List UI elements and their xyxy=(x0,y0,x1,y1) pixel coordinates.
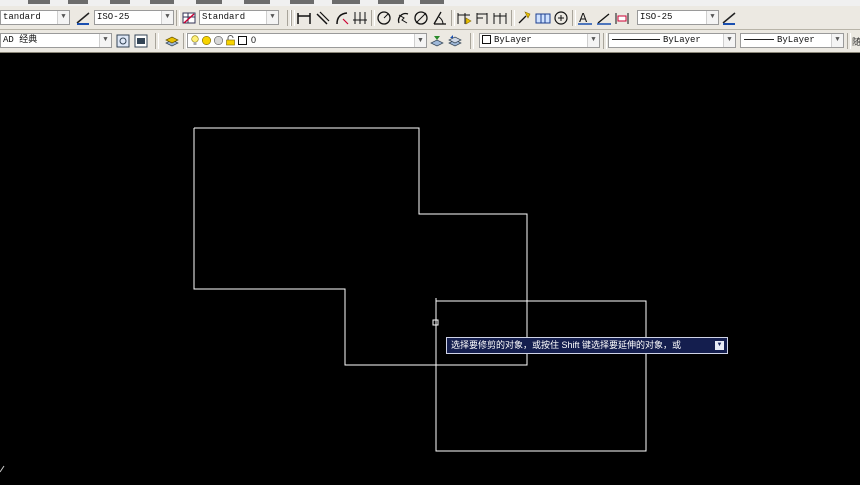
arc-dim-icon[interactable] xyxy=(334,10,350,26)
tooltip-prompt: 选择要修剪的对象，或按住 Shift 键选择要延伸的对象，或 xyxy=(451,340,682,350)
chevron-down-icon[interactable]: ▼ xyxy=(99,34,111,47)
layer-combo[interactable]: 0 ▼ xyxy=(187,33,427,48)
dim-style-icon[interactable] xyxy=(75,10,91,26)
tolerance-icon[interactable] xyxy=(535,10,551,26)
separator xyxy=(371,10,375,26)
plot-style-label: 随 xyxy=(852,37,860,47)
color-combo[interactable]: ByLayer ▼ xyxy=(479,33,600,48)
dim-style-combo-2[interactable]: ISO-25 ▼ xyxy=(637,10,719,25)
separator xyxy=(847,33,851,49)
separator xyxy=(603,33,607,49)
chevron-down-icon[interactable]: ▼ xyxy=(266,11,278,24)
separator xyxy=(176,10,180,26)
lineweight-preview xyxy=(744,39,774,41)
chevron-down-icon[interactable]: ▼ xyxy=(723,34,735,47)
dim-text-edit-icon[interactable] xyxy=(596,10,612,26)
ucs-x-axis xyxy=(0,465,5,473)
dim-style-value: ISO-25 xyxy=(97,12,130,22)
continue-icon[interactable] xyxy=(492,10,508,26)
center-mark-icon[interactable] xyxy=(553,10,569,26)
drawing-geometry xyxy=(0,127,647,473)
quick-dim-icon[interactable] xyxy=(456,10,472,26)
make-current-icon[interactable] xyxy=(429,33,445,49)
color-value: ByLayer xyxy=(494,35,532,45)
color-swatch xyxy=(482,35,491,45)
workspace-combo[interactable]: AD 经典 ▼ xyxy=(0,33,112,48)
lineweight-combo[interactable]: ByLayer ▼ xyxy=(740,33,844,48)
table-style-combo[interactable]: Standard ▼ xyxy=(199,10,279,25)
linetype-value: ByLayer xyxy=(663,35,701,45)
linetype-combo[interactable]: ByLayer ▼ xyxy=(608,33,736,48)
sun-icon xyxy=(202,36,211,45)
dim-style-manager-icon[interactable] xyxy=(721,10,737,26)
chevron-down-icon[interactable]: ▼ xyxy=(587,34,599,47)
baseline-icon[interactable] xyxy=(474,10,490,26)
layer-name: 0 xyxy=(251,35,257,45)
chevron-down-icon[interactable]: ▼ xyxy=(831,34,843,47)
layer-previous-icon[interactable] xyxy=(447,33,463,49)
layer-manager-icon[interactable] xyxy=(164,33,180,49)
quick-leader-icon[interactable] xyxy=(516,10,532,26)
rectangle-shape-b[interactable] xyxy=(435,300,647,452)
polyline-shape-a[interactable] xyxy=(193,127,528,366)
angular-icon[interactable] xyxy=(432,10,448,26)
dim-update-icon[interactable] xyxy=(614,10,630,26)
my-workspace-icon[interactable] xyxy=(133,33,149,49)
table-style-value: Standard xyxy=(202,12,246,22)
dim-style-combo[interactable]: ISO-25 ▼ xyxy=(94,10,174,25)
separator xyxy=(470,33,474,49)
ordinate-dim-icon[interactable] xyxy=(352,10,368,26)
styles-toolbar: tandard ▼ ISO-25 ▼ Standard ▼ A ISO-25 ▼ xyxy=(0,6,860,30)
lock-icon xyxy=(226,35,235,46)
workspace-value: AD 经典 xyxy=(3,35,38,45)
lineweight-value: ByLayer xyxy=(777,35,815,45)
chevron-down-icon[interactable]: ▼ xyxy=(706,11,718,24)
svg-text:A: A xyxy=(579,11,588,25)
radius-icon[interactable] xyxy=(376,10,392,26)
lightbulb-icon xyxy=(191,35,199,45)
dim-style-value-2: ISO-25 xyxy=(640,12,673,22)
dim-edit-icon[interactable]: A xyxy=(577,10,593,26)
layer-color-swatch xyxy=(238,36,247,45)
separator xyxy=(155,33,159,49)
chevron-down-icon[interactable]: ▼ xyxy=(161,11,173,24)
separator xyxy=(572,10,576,26)
drawing-canvas[interactable] xyxy=(0,53,860,485)
linear-dim-icon[interactable] xyxy=(296,10,312,26)
linetype-preview xyxy=(612,39,660,41)
chevron-down-icon[interactable]: ▼ xyxy=(414,34,426,47)
table-style-icon[interactable] xyxy=(181,10,197,26)
down-arrow-icon[interactable]: ▼ xyxy=(715,341,724,350)
aligned-dim-icon[interactable] xyxy=(315,10,331,26)
viewport-freeze-icon xyxy=(214,36,223,45)
separator xyxy=(451,10,455,26)
chevron-down-icon[interactable]: ▼ xyxy=(57,11,69,24)
separator xyxy=(291,10,295,26)
workspace-settings-icon[interactable] xyxy=(115,33,131,49)
jogged-icon[interactable] xyxy=(395,10,411,26)
text-style-combo[interactable]: tandard ▼ xyxy=(0,10,70,25)
diameter-icon[interactable] xyxy=(413,10,429,26)
dynamic-input-tooltip: 选择要修剪的对象，或按住 Shift 键选择要延伸的对象，或 ▼ xyxy=(446,337,728,354)
workspace-layers-toolbar: AD 经典 ▼ 0 ▼ ByLayer ▼ ByLayer ▼ ByLayer … xyxy=(0,30,860,53)
separator xyxy=(511,10,515,26)
text-style-value: tandard xyxy=(3,12,41,22)
